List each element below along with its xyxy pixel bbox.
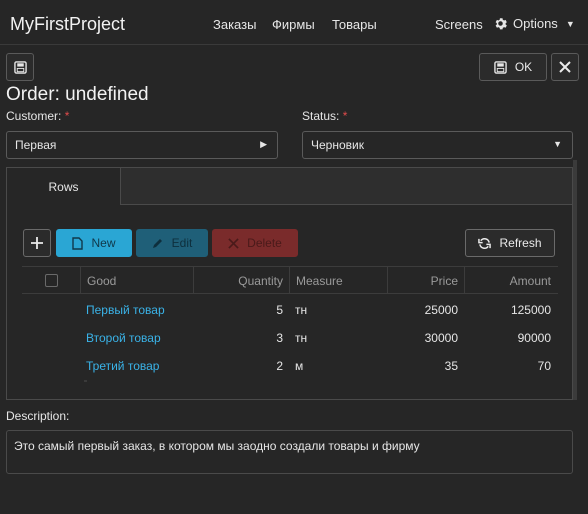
gear-icon (494, 17, 507, 30)
save-icon (494, 60, 507, 74)
close-icon (228, 237, 239, 249)
row-1-price: 25000 (424, 303, 458, 317)
row-1-measure: тн (295, 303, 308, 317)
customer-value: Первая (15, 138, 57, 152)
row-2-amount: 90000 (517, 331, 551, 345)
description-textarea[interactable]: Это самый первый заказ, в котором мы зао… (6, 430, 573, 474)
nav-link-orders[interactable]: Заказы (213, 17, 256, 32)
column-header-amount[interactable]: Amount (464, 267, 558, 294)
pencil-icon (152, 237, 164, 249)
nav-link-goods[interactable]: Товары (332, 17, 377, 32)
scrollbar[interactable] (573, 160, 577, 400)
row-1-good-link[interactable]: Первый товар (86, 303, 165, 317)
delete-label: Delete (247, 236, 282, 250)
chevron-down-icon: ▼ (553, 139, 562, 149)
refresh-icon (478, 237, 492, 250)
row-3-quantity: 2 (276, 359, 283, 373)
close-button[interactable] (551, 53, 579, 81)
edit-button[interactable]: Edit (136, 229, 208, 257)
brand-title[interactable]: MyFirstProject (10, 14, 125, 35)
status-label: Status: * (302, 109, 347, 123)
options-label: Options (513, 16, 558, 31)
column-header-good[interactable]: Good (80, 267, 193, 294)
new-label: New (91, 236, 116, 250)
nav-link-firms[interactable]: Фирмы (272, 17, 315, 32)
status-select[interactable]: Черновик ▼ (302, 131, 573, 159)
row-2-price: 30000 (424, 331, 458, 345)
row-3-good-link[interactable]: Третий товар (86, 359, 159, 373)
row-3-price: 35 (444, 359, 458, 373)
row-1-amount: 125000 (510, 303, 551, 317)
row-3-amount: 70 (537, 359, 551, 373)
description-label: Description: (6, 409, 70, 423)
row-separator (84, 380, 87, 382)
tab-rows[interactable]: Rows (7, 168, 121, 205)
plus-icon (30, 236, 44, 250)
ok-button[interactable]: OK (479, 53, 547, 81)
customer-select[interactable]: Первая ▶ (6, 131, 278, 159)
status-label-text: Status: (302, 109, 340, 123)
options-menu[interactable]: Options ▼ (494, 16, 575, 31)
row-2-good-link[interactable]: Второй товар (86, 331, 161, 345)
refresh-button[interactable]: Refresh (465, 229, 555, 257)
customer-label: Customer: * (6, 109, 69, 123)
status-value: Черновик (311, 138, 364, 152)
close-icon (559, 61, 571, 73)
required-marker: * (64, 109, 70, 123)
row-2-measure: тн (295, 331, 308, 345)
row-3-measure: м (295, 359, 304, 373)
delete-button[interactable]: Delete (212, 229, 298, 257)
page-title: Order: undefined (6, 84, 149, 105)
new-button[interactable]: New (56, 229, 132, 257)
row-2-quantity: 3 (276, 331, 283, 345)
column-header-price[interactable]: Price (387, 267, 464, 294)
nav-link-screens[interactable]: Screens (435, 17, 483, 32)
save-icon (13, 60, 27, 74)
save-button[interactable] (6, 53, 34, 81)
required-marker: * (342, 109, 348, 123)
customer-label-text: Customer: (6, 109, 62, 123)
edit-label: Edit (171, 236, 193, 250)
ok-label: OK (514, 60, 533, 74)
refresh-label: Refresh (499, 236, 542, 250)
column-header-measure[interactable]: Measure (289, 267, 387, 294)
select-all-checkbox[interactable] (45, 274, 58, 287)
row-1-quantity: 5 (276, 303, 283, 317)
column-header-quantity[interactable]: Quantity (193, 267, 289, 294)
add-button[interactable] (23, 229, 51, 257)
chevron-right-icon: ▶ (260, 139, 267, 149)
document-icon (72, 236, 84, 250)
chevron-down-icon: ▼ (565, 18, 575, 29)
